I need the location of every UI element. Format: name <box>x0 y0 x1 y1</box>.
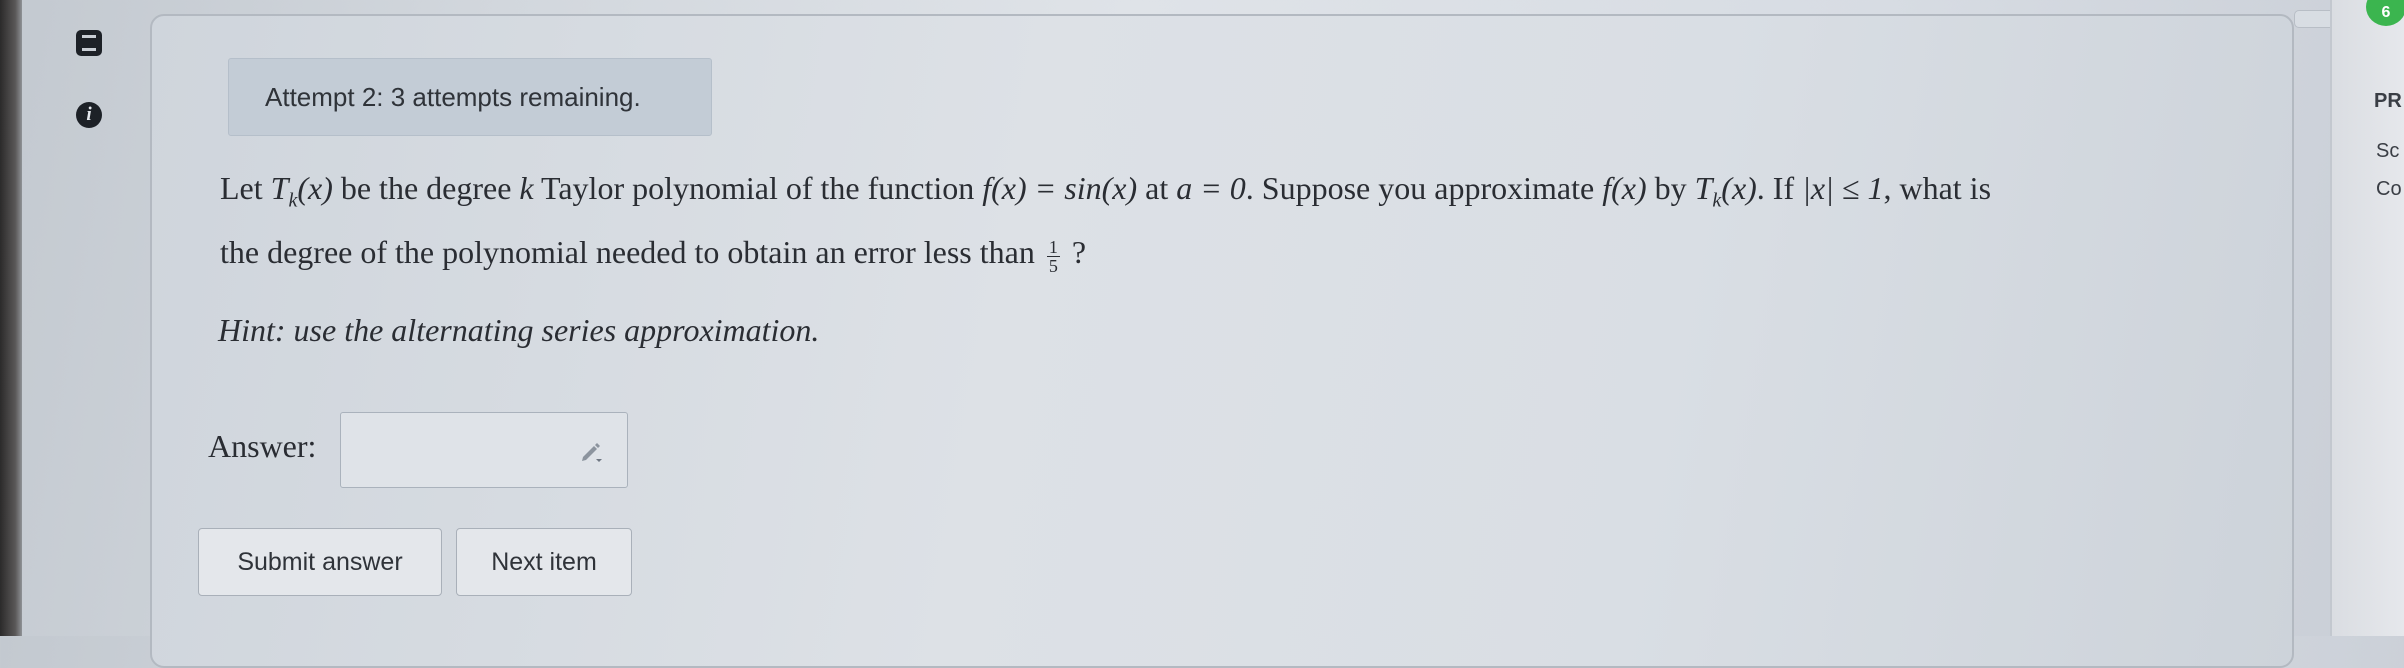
answer-label: Answer: <box>208 428 317 464</box>
panel-heading: PR <box>2374 90 2402 112</box>
fraction: 15 <box>1046 236 1060 276</box>
left-rail: i <box>22 0 162 636</box>
notes-icon[interactable] <box>76 30 102 56</box>
submit-answer-button[interactable]: Submit answer <box>198 528 442 596</box>
pencil-icon[interactable] <box>577 437 605 465</box>
question-text: Let Tk(x) be the degree k Taylor polynom… <box>220 170 1992 276</box>
next-item-button[interactable]: Next item <box>456 528 632 596</box>
right-side-panel: PR Sc Co <box>2330 0 2404 636</box>
info-icon[interactable]: i <box>76 102 102 128</box>
answer-input[interactable] <box>340 412 628 488</box>
attempt-banner: Attempt 2: 3 attempts remaining. <box>228 58 712 136</box>
hint-text: Hint: use the alternating series approxi… <box>218 312 820 348</box>
panel-item-score[interactable]: Sc <box>2376 140 2399 163</box>
screen-bezel <box>0 0 22 636</box>
panel-item-co[interactable]: Co <box>2376 178 2402 201</box>
